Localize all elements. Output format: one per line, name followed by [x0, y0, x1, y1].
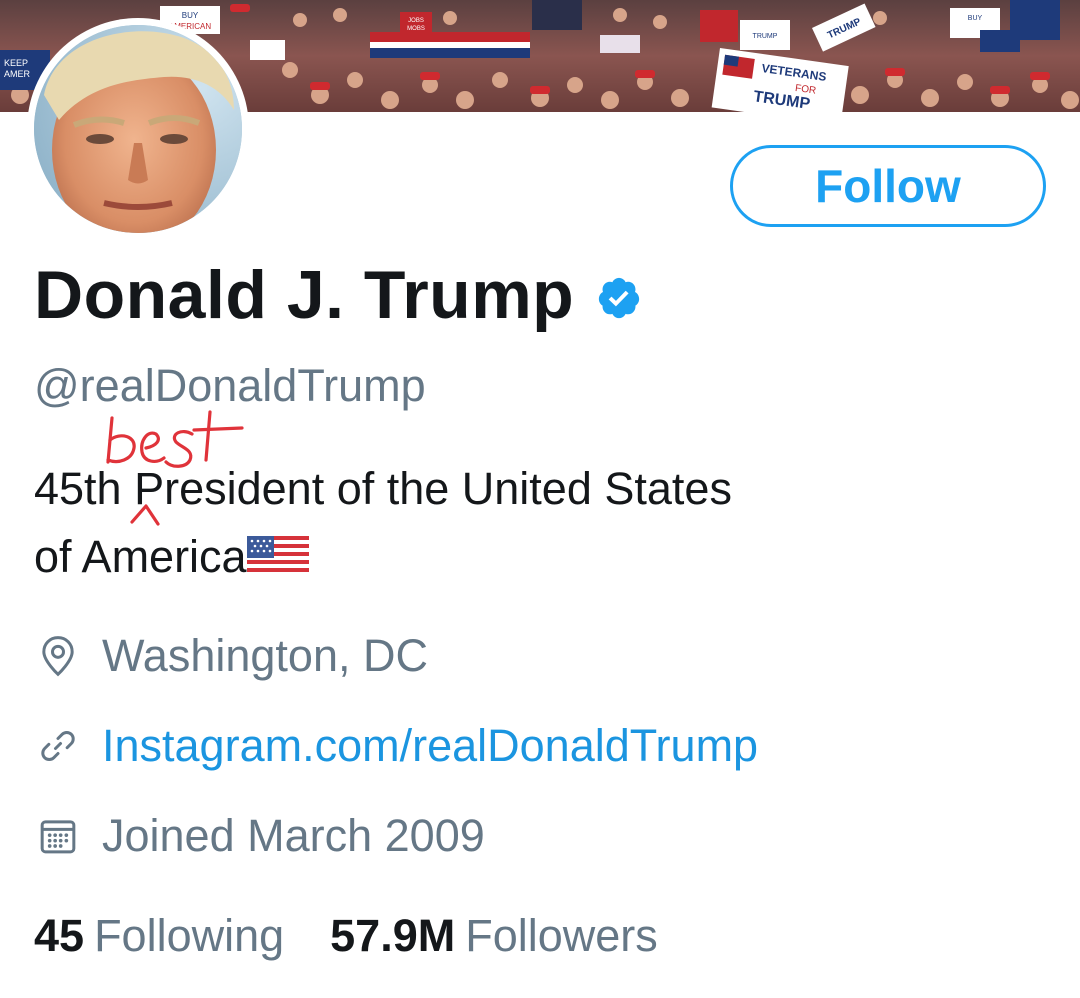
- bio-line-2: of America: [34, 531, 247, 582]
- link-icon: [34, 722, 82, 770]
- location-text: Washington, DC: [102, 630, 428, 681]
- svg-text:KEEP: KEEP: [4, 58, 28, 68]
- avatar-photo: [34, 25, 242, 233]
- bio-line-1: 45th President of the United States: [34, 463, 732, 514]
- following-stat[interactable]: 45 Following: [34, 910, 284, 962]
- location-row: Washington, DC: [34, 630, 428, 682]
- display-name: Donald J. Trump: [34, 257, 575, 333]
- verified-badge-icon: [599, 277, 640, 319]
- svg-text:MOBS: MOBS: [407, 26, 425, 32]
- user-handle: @realDonaldTrump: [34, 360, 426, 411]
- joined-row: Joined March 2009: [34, 810, 485, 862]
- location-pin-icon: [34, 632, 82, 680]
- svg-text:BUY: BUY: [968, 15, 983, 22]
- follow-button[interactable]: Follow: [730, 145, 1046, 227]
- svg-text:TRUMP: TRUMP: [753, 33, 778, 40]
- website-row: Instagram.com/realDonaldTrump: [34, 720, 758, 772]
- svg-text:AMER: AMER: [4, 69, 31, 79]
- svg-text:BUY: BUY: [182, 11, 199, 20]
- followers-stat[interactable]: 57.9M Followers: [330, 910, 658, 962]
- website-link[interactable]: Instagram.com/realDonaldTrump: [102, 720, 758, 772]
- calendar-icon: [34, 812, 82, 860]
- following-count: 45: [34, 910, 85, 961]
- profile-bio: 45th President of the United States of A…: [34, 455, 914, 591]
- profile-page: BUY AMERICAN KEEP AMER JOBS MOBS TRUMP V…: [0, 0, 1080, 998]
- bio-line-2-row: of America: [34, 523, 914, 591]
- follow-stats: 45 Following 57.9M Followers: [34, 910, 704, 962]
- following-label: Following: [94, 910, 285, 961]
- joined-date: Joined March 2009: [102, 810, 485, 861]
- us-flag-emoji-icon: [246, 536, 309, 576]
- profile-avatar[interactable]: [27, 18, 249, 240]
- followers-count: 57.9M: [330, 910, 456, 961]
- followers-label: Followers: [465, 910, 658, 961]
- svg-text:JOBS: JOBS: [408, 18, 424, 24]
- name-row: Donald J. Trump: [34, 256, 642, 334]
